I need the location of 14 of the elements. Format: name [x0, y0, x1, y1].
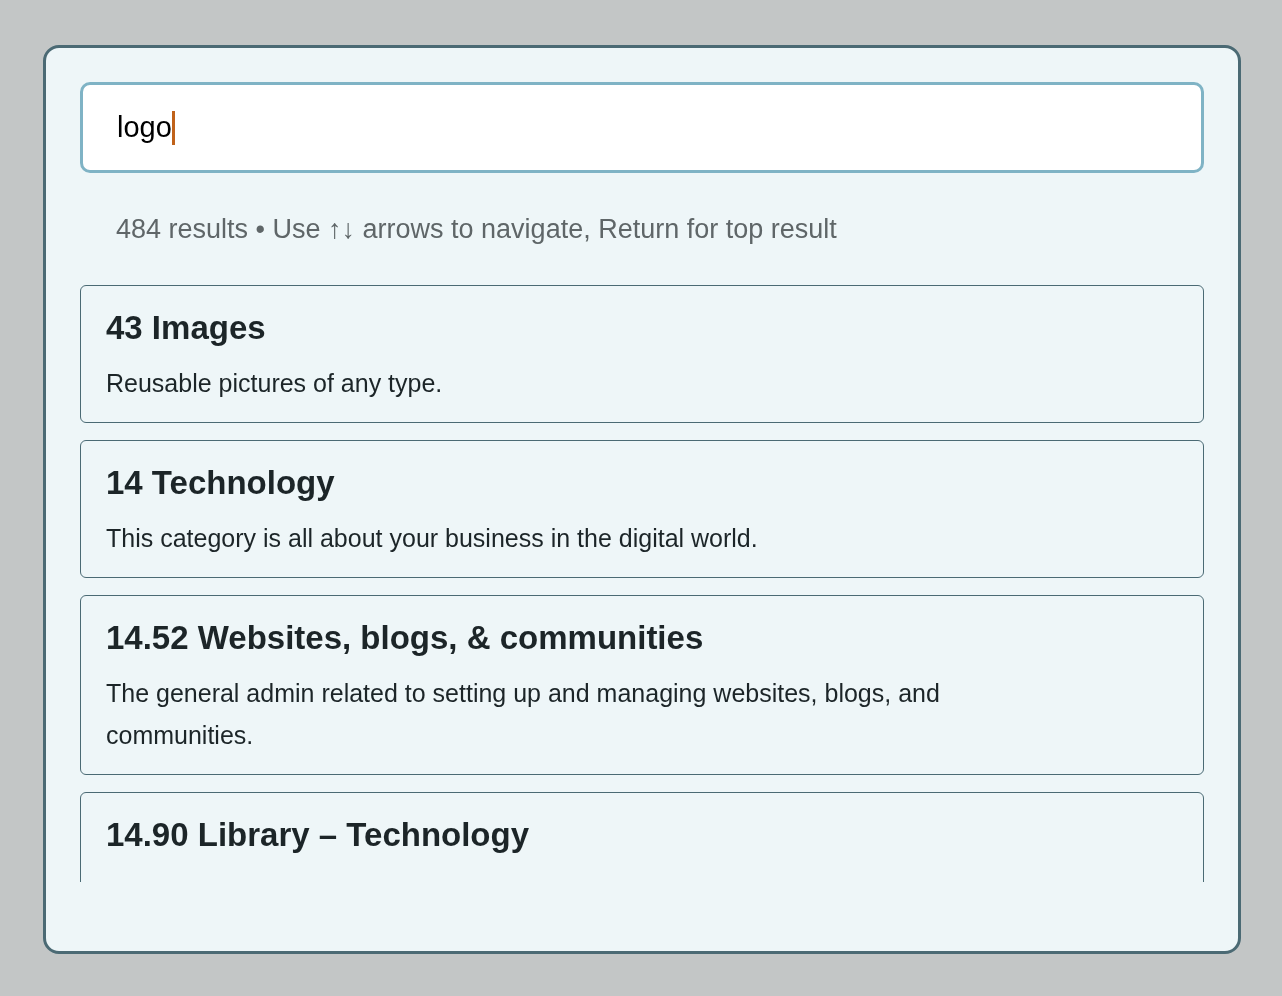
result-card[interactable]: 14.90 Library – Technology	[80, 792, 1204, 882]
result-title: 14.90 Library – Technology	[106, 815, 531, 855]
text-cursor	[171, 110, 175, 145]
result-title: 43 Images	[106, 308, 267, 348]
result-description: The general admin related to setting up and managing websites, blogs, and communities.	[106, 678, 941, 751]
result-card[interactable]: 14 Technology This category is all about your business in the digital world.	[80, 440, 1204, 578]
result-title: 14 Technology	[106, 463, 336, 503]
result-card[interactable]: 43 Images Reusable pictures of any type.	[80, 285, 1204, 423]
result-description: This category is all about your business in the digital world.	[106, 523, 759, 554]
result-title: 14.52 Websites, blogs, & communities	[106, 618, 705, 658]
search-field[interactable]: logo	[80, 82, 1204, 173]
results-status: 484 results • Use ↑↓ arrows to navigate, Return for top result	[116, 213, 837, 246]
result-card[interactable]: 14.52 Websites, blogs, & communities The general admin related to setting up and managing websites, blogs, and communities.	[80, 595, 1204, 775]
result-description: Reusable pictures of any type.	[106, 368, 444, 399]
